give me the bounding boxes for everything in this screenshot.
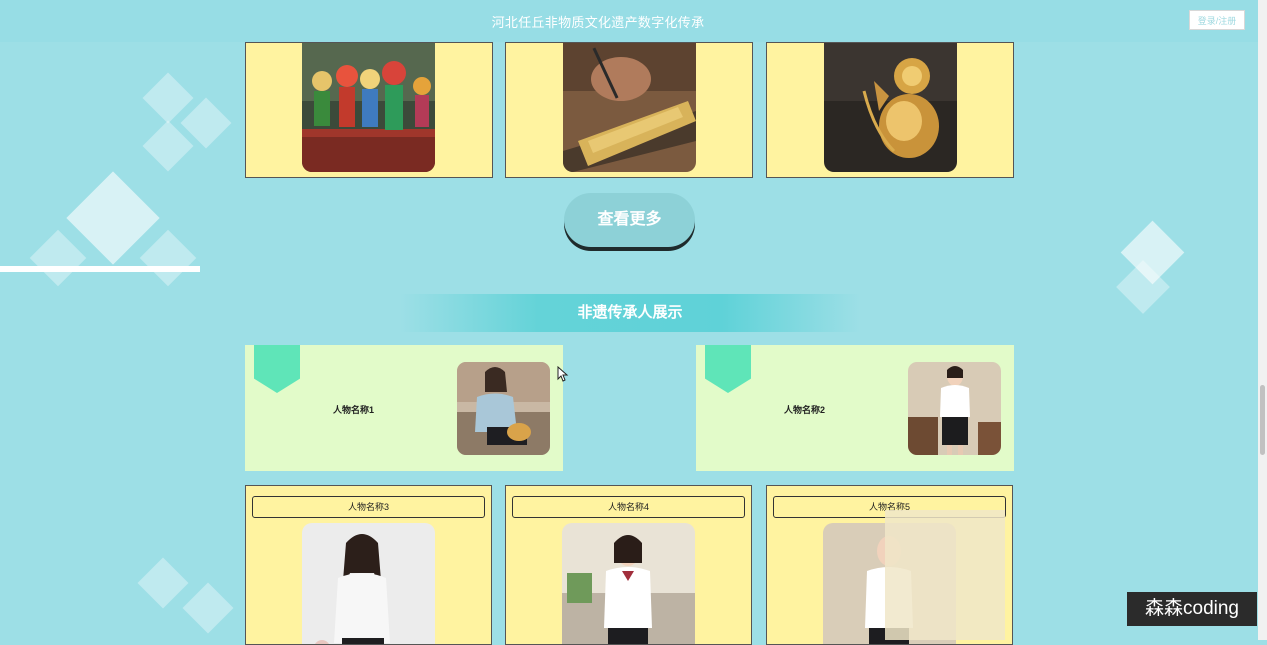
project-card[interactable] [505,42,753,178]
mouse-cursor-icon [557,366,569,382]
puppet-figures-photo [302,43,435,172]
view-more-button[interactable]: 查看更多 [564,193,695,247]
decorative-diamond [137,557,189,609]
inheritor-photo [562,523,695,644]
inheritor-card[interactable]: 人物名称4 [505,485,752,645]
golden-gourd-photo [824,43,957,172]
calligraphy-scroll-photo [563,43,696,172]
inheritor-name: 人物名称1 [333,405,375,415]
inheritor-photo [457,362,550,455]
inheritor-card[interactable]: 人物名称3 [245,485,492,645]
top-header: 河北任丘非物质文化遗产数字化传承 登录/注册 [0,0,1258,42]
section-title: 非遗传承人展示 [577,304,683,321]
inheritor-card[interactable]: 人物名称2 [696,345,1014,471]
ribbon-tag [705,345,751,393]
watermark-label: 森森coding [1127,592,1257,626]
project-card[interactable] [245,42,493,178]
inheritor-photo [302,523,435,644]
inheritor-name: 人物名称4 [512,496,745,518]
decorative-line [0,266,200,272]
inheritor-card[interactable]: 人物名称1 [245,345,563,471]
inheritor-name: 人物名称2 [784,405,826,415]
decorative-diamond [29,229,87,287]
blurred-overlay [885,510,1005,640]
inheritor-photo [908,362,1001,455]
inheritor-name: 人物名称3 [252,496,485,518]
page-scrollbar[interactable] [1258,0,1267,640]
decorative-diamond [182,582,234,634]
project-card[interactable] [766,42,1014,178]
login-register-button[interactable]: 登录/注册 [1189,10,1245,30]
decorative-diamond [139,229,197,287]
site-title: 河北任丘非物质文化遗产数字化传承 [491,15,705,30]
ribbon-tag [254,345,300,393]
scrollbar-thumb[interactable] [1260,385,1265,455]
